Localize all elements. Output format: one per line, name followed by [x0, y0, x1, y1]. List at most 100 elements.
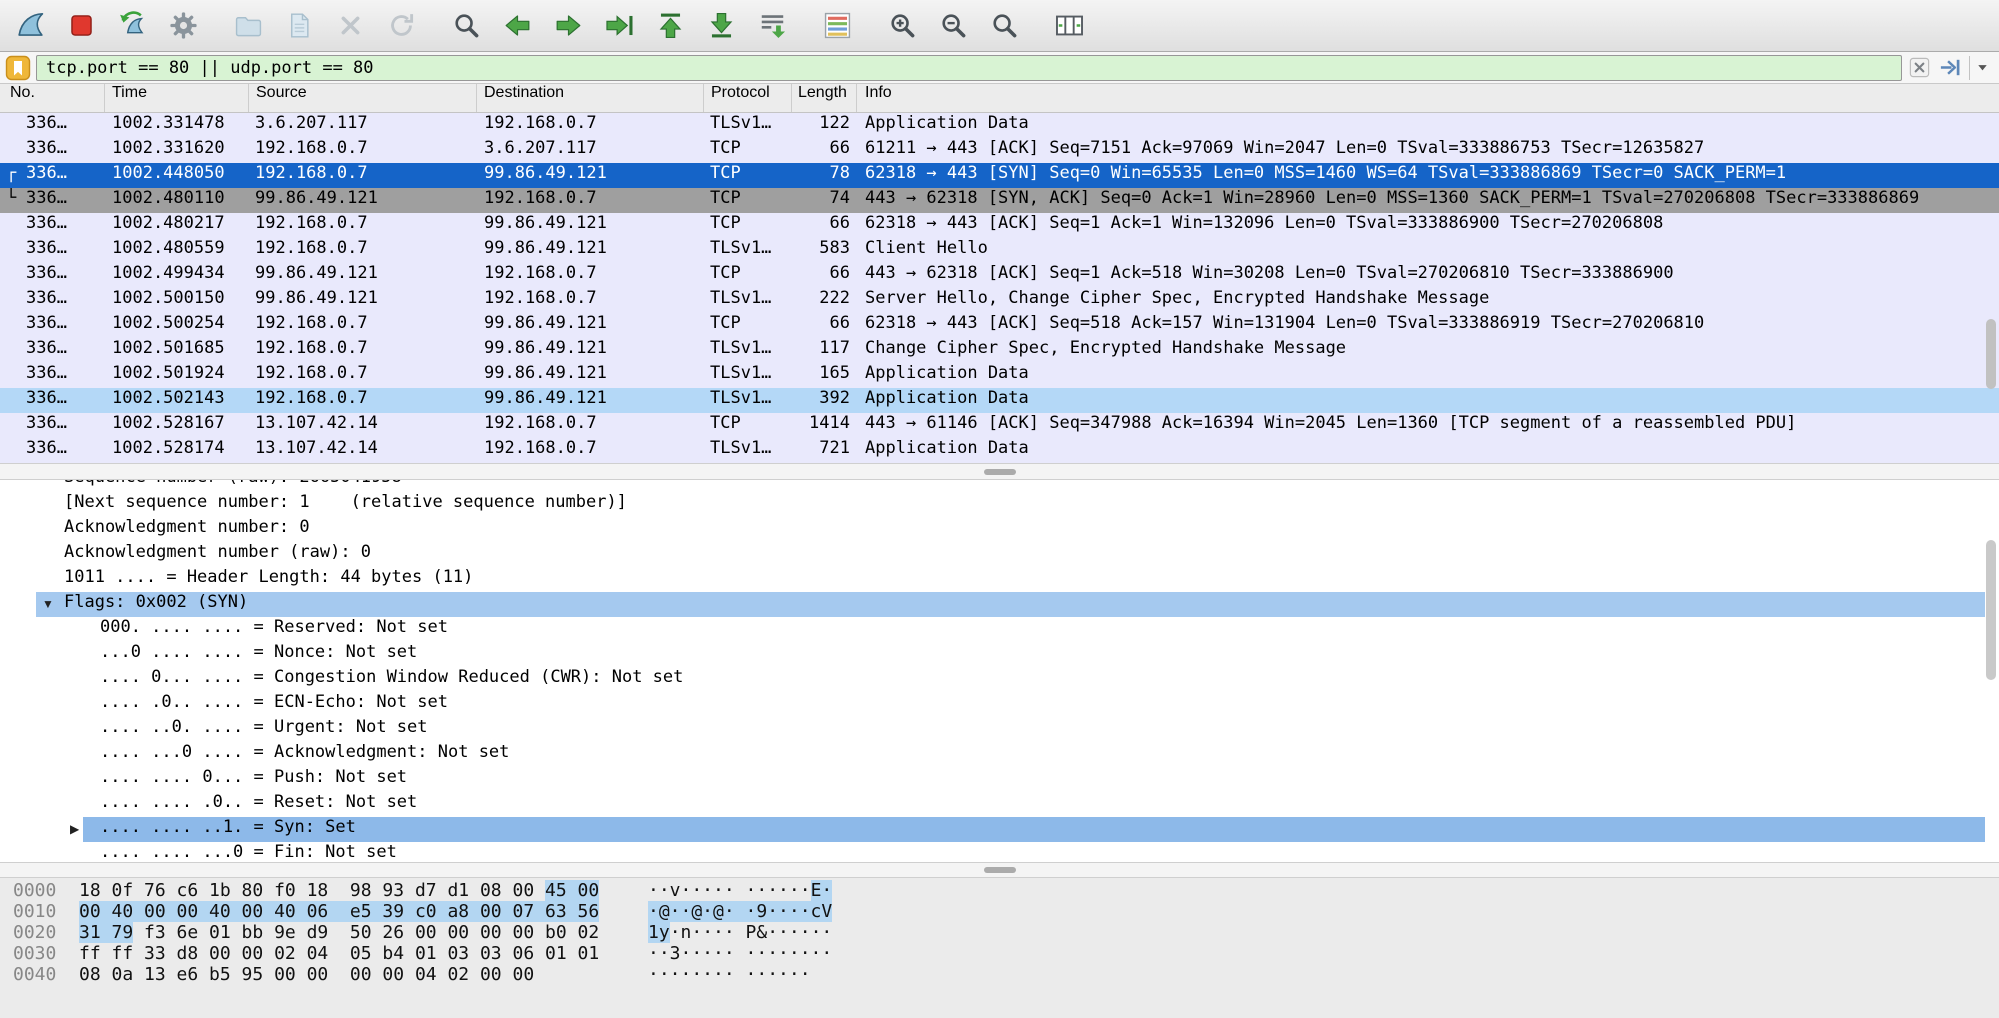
auto-scroll-button[interactable]	[750, 3, 794, 49]
cell-protocol: TCP	[704, 213, 792, 238]
packet-row[interactable]: 336…1002.501924192.168.0.799.86.49.121TL…	[0, 363, 1999, 388]
detail-row[interactable]: ▼Flags: 0x002 (SYN)	[0, 592, 1999, 617]
cell-source: 192.168.0.7	[249, 213, 477, 238]
hex-row[interactable]: 002031 79 f3 6e 01 bb 9e d9 50 26 00 00 …	[0, 922, 1999, 943]
resize-columns-button[interactable]	[1047, 3, 1091, 49]
cell-length: 66	[792, 213, 857, 238]
cell-info: 62318 → 443 [ACK] Seq=518 Ack=157 Win=13…	[857, 313, 1999, 338]
find-packet-button[interactable]	[444, 3, 488, 49]
packet-row[interactable]: 336…1002.3314783.6.207.117192.168.0.7TLS…	[0, 113, 1999, 138]
conversation-mark	[0, 313, 22, 338]
packet-row[interactable]: 336…1002.480559192.168.0.799.86.49.121TL…	[0, 238, 1999, 263]
cell-info: 443 → 61146 [ACK] Seq=347988 Ack=16394 W…	[857, 413, 1999, 438]
cell-source: 192.168.0.7	[249, 238, 477, 263]
packet-details-scrollbar[interactable]	[1986, 540, 1996, 680]
cell-info: 443 → 62318 [ACK] Seq=1 Ack=518 Win=3020…	[857, 263, 1999, 288]
cell-no: 336…	[22, 288, 105, 313]
zoom-in-button[interactable]	[880, 3, 924, 49]
cell-no: 336…	[22, 313, 105, 338]
detail-row[interactable]: .... .... ...0 = Fin: Not set	[0, 842, 1999, 862]
conversation-mark	[0, 238, 22, 263]
display-filter-input[interactable]: tcp.port == 80 || udp.port == 80	[36, 55, 1902, 81]
cell-no: 336…	[22, 188, 105, 213]
collapse-icon[interactable]: ▼	[42, 592, 54, 617]
detail-row[interactable]: [Next sequence number: 1 (relative seque…	[0, 492, 1999, 517]
magnifier-icon	[451, 10, 482, 41]
packet-row[interactable]: 336…1002.52816713.107.42.14192.168.0.7TC…	[0, 413, 1999, 438]
arrow-bottom-icon	[706, 10, 737, 41]
go-first-packet-button[interactable]	[648, 3, 692, 49]
packet-row[interactable]: 336…1002.502143192.168.0.799.86.49.121TL…	[0, 388, 1999, 413]
filter-bar: tcp.port == 80 || udp.port == 80	[0, 52, 1999, 84]
filter-dropdown-button[interactable]	[1969, 56, 1994, 80]
filter-bookmark-button[interactable]	[5, 55, 31, 81]
hex-row[interactable]: 000018 0f 76 c6 1b 80 f0 18 98 93 d7 d1 …	[0, 880, 1999, 901]
detail-row[interactable]: .... ..0. .... = Urgent: Not set	[0, 717, 1999, 742]
hex-row[interactable]: 0030ff ff 33 d8 00 00 02 04 05 b4 01 03 …	[0, 943, 1999, 964]
column-header-info[interactable]: Info	[857, 84, 1999, 112]
column-header-source[interactable]: Source	[249, 84, 477, 112]
hex-row[interactable]: 004008 0a 13 e6 b5 95 00 00 00 00 04 02 …	[0, 964, 1999, 985]
packet-row[interactable]: └336…1002.48011099.86.49.121192.168.0.7T…	[0, 188, 1999, 213]
zoom-reset-button[interactable]	[982, 3, 1026, 49]
detail-row[interactable]: ▶.... .... ..1. = Syn: Set	[0, 817, 1999, 842]
cell-destination: 192.168.0.7	[477, 188, 704, 213]
auto-scroll-icon	[757, 10, 788, 41]
detail-row[interactable]: .... .... .0.. = Reset: Not set	[0, 792, 1999, 817]
packet-row[interactable]: 336…1002.49943499.86.49.121192.168.0.7TC…	[0, 263, 1999, 288]
stop-capture-button[interactable]	[59, 3, 103, 49]
cell-destination: 3.6.207.117	[477, 138, 704, 163]
hex-splitter[interactable]	[0, 862, 1999, 878]
filter-apply-button[interactable]	[1938, 55, 1964, 81]
packet-row[interactable]: 336…1002.52817413.107.42.14192.168.0.7TL…	[0, 438, 1999, 463]
detail-row[interactable]: Acknowledgment number: 0	[0, 517, 1999, 542]
packet-row[interactable]: 336…1002.501685192.168.0.799.86.49.121TL…	[0, 338, 1999, 363]
filter-clear-button[interactable]	[1907, 55, 1933, 81]
zoom-out-button[interactable]	[931, 3, 975, 49]
detail-row[interactable]: .... .... 0... = Push: Not set	[0, 767, 1999, 792]
hex-dump-pane: 000018 0f 76 c6 1b 80 f0 18 98 93 d7 d1 …	[0, 878, 1999, 1018]
detail-row[interactable]: .... .0.. .... = ECN-Echo: Not set	[0, 692, 1999, 717]
capture-options-button[interactable]	[161, 3, 205, 49]
cell-time: 1002.500254	[105, 313, 249, 338]
hex-row[interactable]: 001000 40 00 00 40 00 40 06 e5 39 c0 a8 …	[0, 901, 1999, 922]
column-header-time[interactable]: Time	[105, 84, 249, 112]
detail-row[interactable]: 1011 .... = Header Length: 44 bytes (11)	[0, 567, 1999, 592]
cell-source: 192.168.0.7	[249, 163, 477, 188]
conversation-mark	[0, 388, 22, 413]
cell-protocol: TLSv1…	[704, 363, 792, 388]
detail-row[interactable]: .... ...0 .... = Acknowledgment: Not set	[0, 742, 1999, 767]
expand-icon[interactable]: ▶	[70, 817, 79, 842]
column-header-protocol[interactable]: Protocol	[704, 84, 792, 112]
column-header-destination[interactable]: Destination	[477, 84, 704, 112]
packet-row[interactable]: ┌336…1002.448050192.168.0.799.86.49.121T…	[0, 163, 1999, 188]
detail-row[interactable]: ...0 .... .... = Nonce: Not set	[0, 642, 1999, 667]
restart-capture-button[interactable]	[110, 3, 154, 49]
go-to-packet-button[interactable]	[597, 3, 641, 49]
column-header-no[interactable]: No.	[0, 84, 105, 112]
colorize-packets-button[interactable]	[815, 3, 859, 49]
go-forward-button[interactable]	[546, 3, 590, 49]
packet-row[interactable]: 336…1002.331620192.168.0.73.6.207.117TCP…	[0, 138, 1999, 163]
go-last-packet-button[interactable]	[699, 3, 743, 49]
packet-row[interactable]: 336…1002.50015099.86.49.121192.168.0.7TL…	[0, 288, 1999, 313]
packet-list-body: 336…1002.3314783.6.207.117192.168.0.7TLS…	[0, 113, 1999, 463]
detail-text: 000. .... .... = Reserved: Not set	[100, 617, 448, 637]
packet-row[interactable]: 336…1002.500254192.168.0.799.86.49.121TC…	[0, 313, 1999, 338]
cell-destination: 99.86.49.121	[477, 163, 704, 188]
cell-length: 1414	[792, 413, 857, 438]
start-capture-button[interactable]	[8, 3, 52, 49]
cell-destination: 99.86.49.121	[477, 238, 704, 263]
detail-row[interactable]: Acknowledgment number (raw): 0	[0, 542, 1999, 567]
detail-text: Sequence number (raw): 2665041958	[64, 480, 402, 487]
packet-row[interactable]: 336…1002.480217192.168.0.799.86.49.121TC…	[0, 213, 1999, 238]
hex-offset: 0020	[13, 922, 56, 943]
packet-list-scrollbar[interactable]	[1986, 319, 1996, 389]
details-splitter[interactable]	[0, 463, 1999, 480]
cell-protocol: TLSv1…	[704, 338, 792, 363]
column-header-length[interactable]: Length	[792, 84, 857, 112]
go-back-button[interactable]	[495, 3, 539, 49]
detail-row[interactable]: .... 0... .... = Congestion Window Reduc…	[0, 667, 1999, 692]
detail-row[interactable]: 000. .... .... = Reserved: Not set	[0, 617, 1999, 642]
detail-row[interactable]: Sequence number (raw): 2665041958	[0, 480, 1999, 492]
